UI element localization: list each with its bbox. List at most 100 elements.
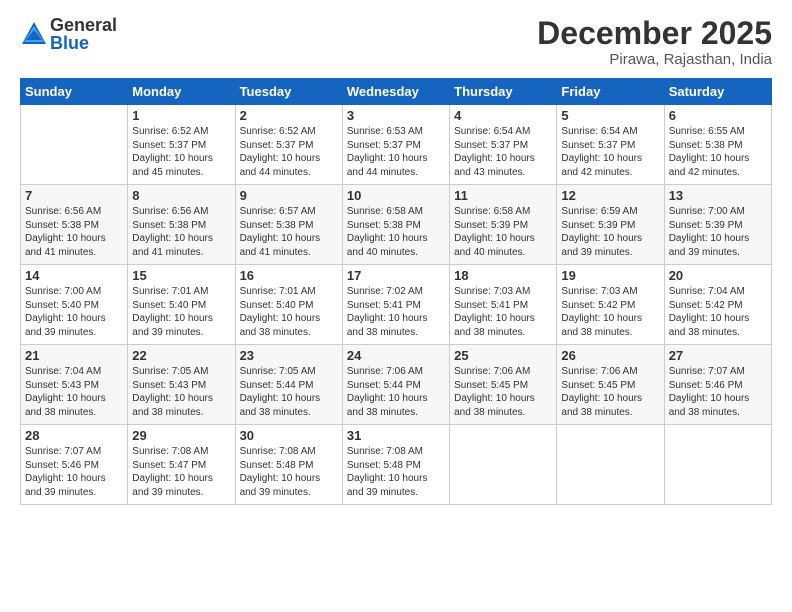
calendar-cell: 27Sunrise: 7:07 AM Sunset: 5:46 PM Dayli…: [664, 345, 771, 425]
day-number: 1: [132, 108, 230, 123]
calendar-cell: 15Sunrise: 7:01 AM Sunset: 5:40 PM Dayli…: [128, 265, 235, 345]
day-number: 2: [240, 108, 338, 123]
cell-content: Sunrise: 7:06 AM Sunset: 5:44 PM Dayligh…: [347, 365, 445, 419]
location: Pirawa, Rajasthan, India: [537, 51, 772, 68]
calendar-cell: 20 Sunrise: 7:04 AM Sunset: 5:42 PM Dayli…: [664, 265, 771, 345]
header: General Blue December 2025 Pirawa, Rajas…: [20, 16, 772, 68]
cell-content: Sunrise: 6:59 AM Sunset: 5:39 PM Dayligh…: [561, 205, 659, 259]
cell-content: Sunrise: 7:04 AM Sunset: 5:42 PM Dayligh…: [669, 285, 767, 339]
calendar-cell: 30Sunrise: 7:08 AM Sunset: 5:48 PM Dayli…: [235, 425, 342, 505]
calendar-week-row: 7 Sunrise: 6:56 AM Sunset: 5:38 PM Daylig…: [21, 185, 772, 265]
day-number: 30: [240, 428, 338, 443]
title-block: December 2025 Pirawa, Rajasthan, India: [537, 16, 772, 68]
cell-content: Sunrise: 6:52 AM Sunset: 5:37 PM Dayligh…: [240, 125, 338, 179]
cell-content: Sunrise: 7:05 AM Sunset: 5:43 PM Dayligh…: [132, 365, 230, 419]
day-number: 6: [669, 108, 767, 123]
cell-content: Sunrise: 6:54 AM Sunset: 5:37 PM Dayligh…: [561, 125, 659, 179]
logo-general-text: General: [50, 16, 117, 34]
calendar-week-row: 14 Sunrise: 7:00 AM Sunset: 5:40 PM Dayli…: [21, 265, 772, 345]
calendar-week-row: 1 Sunrise: 6:52 AM Sunset: 5:37 PM Daylig…: [21, 105, 772, 185]
cell-content: Sunrise: 6:56 AM Sunset: 5:38 PM Dayligh…: [132, 205, 230, 259]
calendar-table: SundayMondayTuesdayWednesdayThursdayFrid…: [20, 78, 772, 505]
page-container: General Blue December 2025 Pirawa, Rajas…: [0, 0, 792, 612]
calendar-cell: 16 Sunrise: 7:01 AM Sunset: 5:40 PM Dayli…: [235, 265, 342, 345]
cell-content: Sunrise: 7:03 AM Sunset: 5:41 PM Dayligh…: [454, 285, 552, 339]
cell-content: Sunrise: 6:57 AM Sunset: 5:38 PM Dayligh…: [240, 205, 338, 259]
calendar-cell: 26Sunrise: 7:06 AM Sunset: 5:45 PM Dayli…: [557, 345, 664, 425]
calendar-cell: 1Sunrise: 6:52 AM Sunset: 5:37 PM Daylig…: [128, 105, 235, 185]
day-header: Wednesday: [342, 79, 449, 105]
calendar-cell: 21Sunrise: 7:04 AM Sunset: 5:43 PM Dayli…: [21, 345, 128, 425]
day-number: 16: [240, 268, 338, 283]
calendar-cell: 3 Sunrise: 6:53 AM Sunset: 5:37 PM Daylig…: [342, 105, 449, 185]
day-number: 22: [132, 348, 230, 363]
calendar-cell: 18 Sunrise: 7:03 AM Sunset: 5:41 PM Dayli…: [450, 265, 557, 345]
cell-content: Sunrise: 7:05 AM Sunset: 5:44 PM Dayligh…: [240, 365, 338, 419]
calendar-cell: 5 Sunrise: 6:54 AM Sunset: 5:37 PM Daylig…: [557, 105, 664, 185]
day-number: 21: [25, 348, 123, 363]
day-number: 4: [454, 108, 552, 123]
logo-icon: [20, 20, 48, 48]
calendar-header-row: SundayMondayTuesdayWednesdayThursdayFrid…: [21, 79, 772, 105]
day-number: 28: [25, 428, 123, 443]
calendar-cell: 19 Sunrise: 7:03 AM Sunset: 5:42 PM Dayli…: [557, 265, 664, 345]
cell-content: Sunrise: 7:07 AM Sunset: 5:46 PM Dayligh…: [669, 365, 767, 419]
calendar-cell: 29 Sunrise: 7:08 AM Sunset: 5:47 PM Dayli…: [128, 425, 235, 505]
cell-content: Sunrise: 6:54 AM Sunset: 5:37 PM Dayligh…: [454, 125, 552, 179]
cell-content: Sunrise: 7:00 AM Sunset: 5:39 PM Dayligh…: [669, 205, 767, 259]
cell-content: Sunrise: 7:08 AM Sunset: 5:47 PM Dayligh…: [132, 445, 230, 499]
logo: General Blue: [20, 16, 117, 52]
day-number: 19: [561, 268, 659, 283]
calendar-cell: 9 Sunrise: 6:57 AM Sunset: 5:38 PM Daylig…: [235, 185, 342, 265]
calendar-cell: [21, 105, 128, 185]
day-header: Sunday: [21, 79, 128, 105]
calendar-cell: 25 Sunrise: 7:06 AM Sunset: 5:45 PM Dayli…: [450, 345, 557, 425]
day-number: 7: [25, 188, 123, 203]
calendar-cell: 14 Sunrise: 7:00 AM Sunset: 5:40 PM Dayli…: [21, 265, 128, 345]
cell-content: Sunrise: 6:55 AM Sunset: 5:38 PM Dayligh…: [669, 125, 767, 179]
calendar-cell: 23 Sunrise: 7:05 AM Sunset: 5:44 PM Dayli…: [235, 345, 342, 425]
day-number: 31: [347, 428, 445, 443]
month-title: December 2025: [537, 16, 772, 51]
cell-content: Sunrise: 7:06 AM Sunset: 5:45 PM Dayligh…: [454, 365, 552, 419]
day-number: 14: [25, 268, 123, 283]
calendar-cell: 10 Sunrise: 6:58 AM Sunset: 5:38 PM Dayli…: [342, 185, 449, 265]
calendar-week-row: 21Sunrise: 7:04 AM Sunset: 5:43 PM Dayli…: [21, 345, 772, 425]
logo-text: General Blue: [50, 16, 117, 52]
cell-content: Sunrise: 6:58 AM Sunset: 5:39 PM Dayligh…: [454, 205, 552, 259]
cell-content: Sunrise: 6:58 AM Sunset: 5:38 PM Dayligh…: [347, 205, 445, 259]
calendar-cell: 6 Sunrise: 6:55 AM Sunset: 5:38 PM Daylig…: [664, 105, 771, 185]
day-number: 10: [347, 188, 445, 203]
calendar-cell: 13Sunrise: 7:00 AM Sunset: 5:39 PM Dayli…: [664, 185, 771, 265]
calendar-cell: 4 Sunrise: 6:54 AM Sunset: 5:37 PM Daylig…: [450, 105, 557, 185]
calendar-cell: 2 Sunrise: 6:52 AM Sunset: 5:37 PM Daylig…: [235, 105, 342, 185]
cell-content: Sunrise: 7:08 AM Sunset: 5:48 PM Dayligh…: [347, 445, 445, 499]
cell-content: Sunrise: 7:01 AM Sunset: 5:40 PM Dayligh…: [240, 285, 338, 339]
calendar-cell: [664, 425, 771, 505]
cell-content: Sunrise: 7:00 AM Sunset: 5:40 PM Dayligh…: [25, 285, 123, 339]
day-number: 3: [347, 108, 445, 123]
cell-content: Sunrise: 7:03 AM Sunset: 5:42 PM Dayligh…: [561, 285, 659, 339]
calendar-cell: 17Sunrise: 7:02 AM Sunset: 5:41 PM Dayli…: [342, 265, 449, 345]
calendar-cell: 24Sunrise: 7:06 AM Sunset: 5:44 PM Dayli…: [342, 345, 449, 425]
day-header: Friday: [557, 79, 664, 105]
day-number: 18: [454, 268, 552, 283]
calendar-cell: 31 Sunrise: 7:08 AM Sunset: 5:48 PM Dayli…: [342, 425, 449, 505]
calendar-cell: 11Sunrise: 6:58 AM Sunset: 5:39 PM Dayli…: [450, 185, 557, 265]
calendar-cell: [450, 425, 557, 505]
day-number: 8: [132, 188, 230, 203]
calendar-cell: 12Sunrise: 6:59 AM Sunset: 5:39 PM Dayli…: [557, 185, 664, 265]
cell-content: Sunrise: 7:01 AM Sunset: 5:40 PM Dayligh…: [132, 285, 230, 339]
day-number: 25: [454, 348, 552, 363]
calendar-week-row: 28Sunrise: 7:07 AM Sunset: 5:46 PM Dayli…: [21, 425, 772, 505]
calendar-cell: 8 Sunrise: 6:56 AM Sunset: 5:38 PM Daylig…: [128, 185, 235, 265]
day-number: 23: [240, 348, 338, 363]
cell-content: Sunrise: 6:53 AM Sunset: 5:37 PM Dayligh…: [347, 125, 445, 179]
cell-content: Sunrise: 7:06 AM Sunset: 5:45 PM Dayligh…: [561, 365, 659, 419]
day-number: 20: [669, 268, 767, 283]
day-number: 5: [561, 108, 659, 123]
day-header: Saturday: [664, 79, 771, 105]
day-number: 29: [132, 428, 230, 443]
logo-blue-text: Blue: [50, 34, 117, 52]
day-number: 9: [240, 188, 338, 203]
